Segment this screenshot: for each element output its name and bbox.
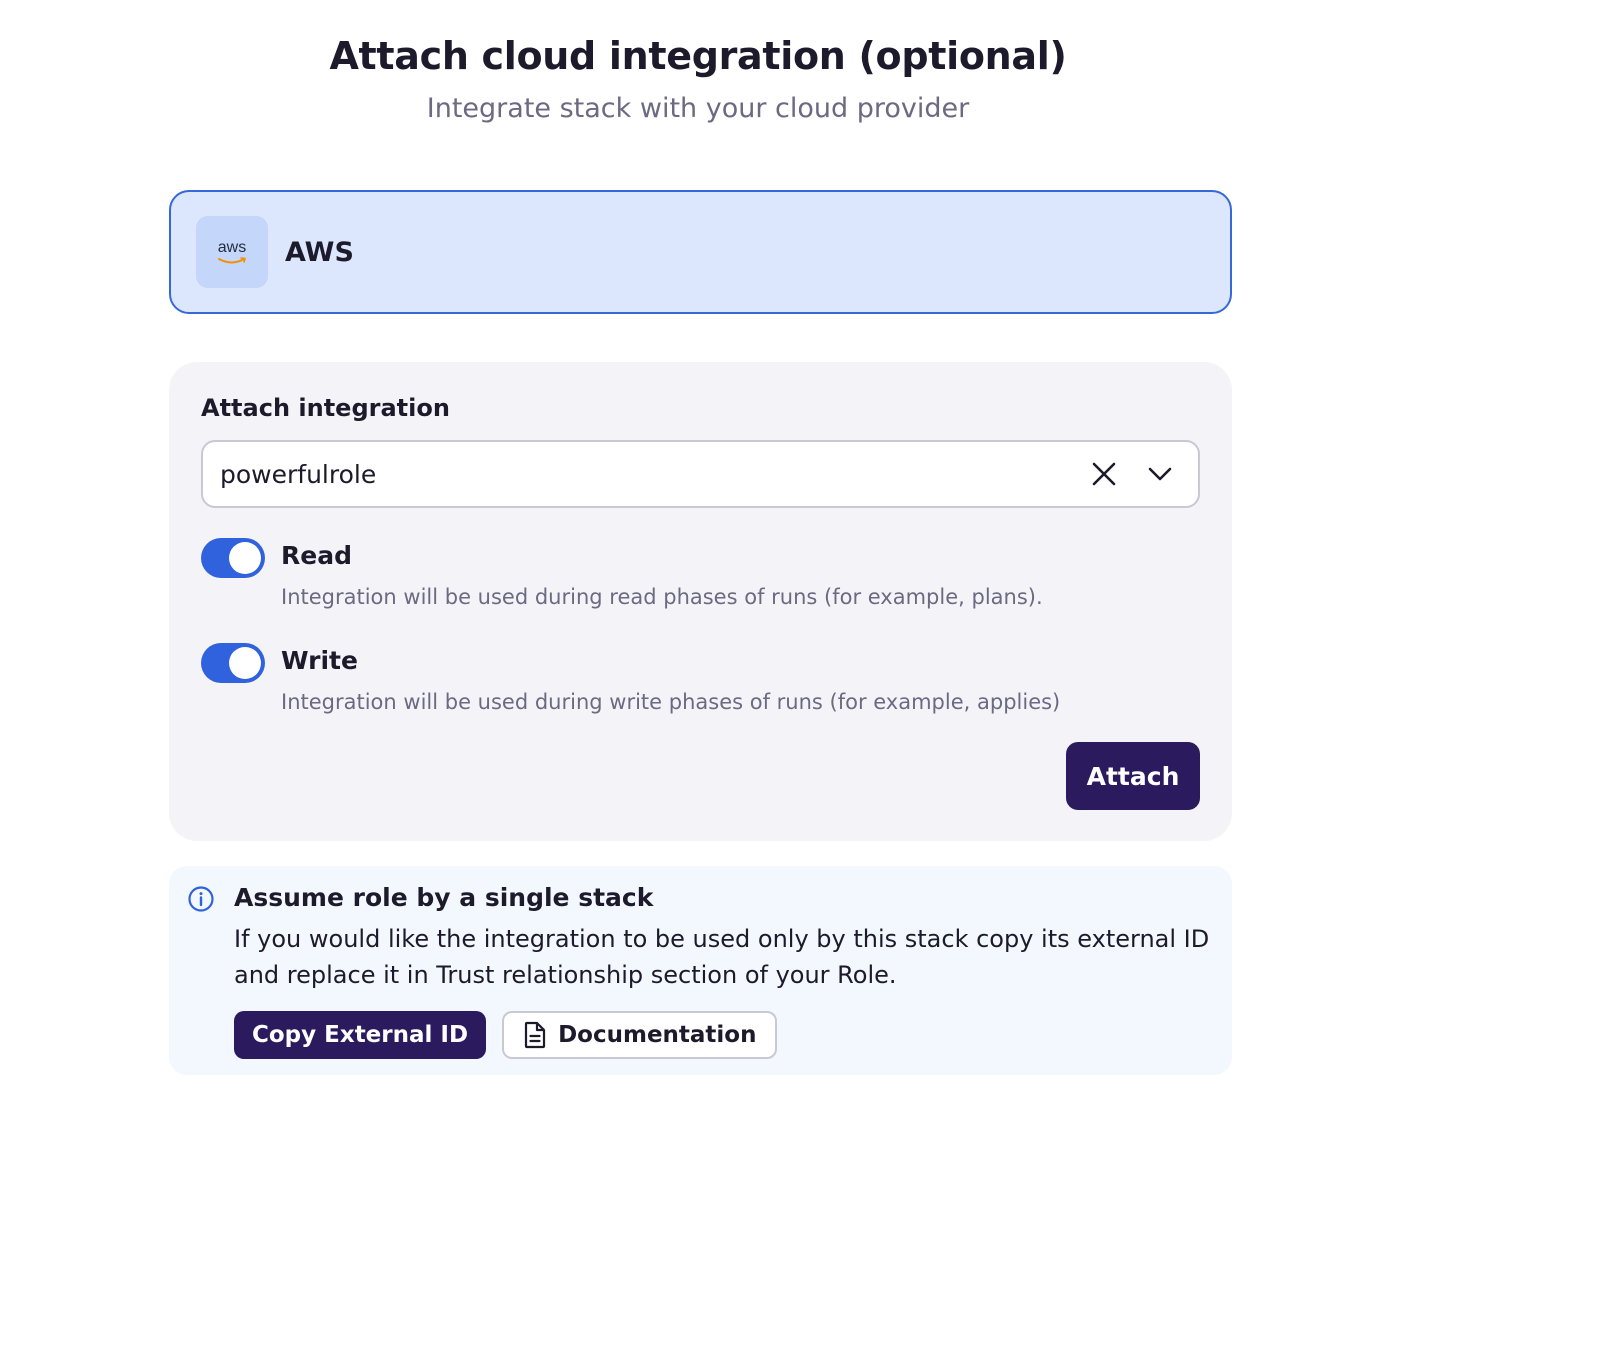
info-actions: Copy External ID Documentation [234,1011,777,1059]
close-icon[interactable] [1082,452,1126,496]
provider-card-aws[interactable]: aws AWS [169,190,1232,314]
read-toggle-title: Read [281,541,352,570]
page-subtitle: Integrate stack with your cloud provider [426,93,970,124]
documentation-button[interactable]: Documentation [502,1011,777,1059]
page-title: Attach cloud integration (optional) [329,34,1067,78]
document-icon [524,1021,546,1049]
page-header: Attach cloud integration (optional) Inte… [164,30,1232,128]
info-icon [187,885,215,917]
read-toggle-knob [229,542,261,574]
copy-external-id-button[interactable]: Copy External ID [234,1011,487,1059]
attach-integration-panel: Attach integration powerfulrole Read Int… [169,362,1232,841]
write-toggle-description: Integration will be used during write ph… [281,690,1061,714]
write-toggle-knob [229,647,261,679]
write-toggle[interactable] [201,643,265,683]
documentation-label: Documentation [558,1022,757,1048]
info-callout: Assume role by a single stack If you wou… [169,866,1232,1075]
info-title: Assume role by a single stack [234,883,654,912]
provider-name: AWS [285,236,354,268]
aws-smile-icon [218,256,247,263]
write-toggle-title: Write [281,646,358,675]
aws-logo-text: aws [217,238,247,256]
attach-cloud-integration-page: Attach cloud integration (optional) Inte… [0,0,1606,1366]
integration-select-value: powerfulrole [220,459,377,489]
aws-logo-icon: aws [196,216,268,288]
attach-button[interactable]: Attach [1066,742,1200,810]
attach-integration-label: Attach integration [201,394,450,422]
read-toggle-description: Integration will be used during read pha… [281,585,1043,609]
info-text: If you would like the integration to be … [234,925,1210,989]
read-toggle[interactable] [201,538,265,578]
chevron-down-icon[interactable] [1138,452,1182,496]
integration-select[interactable]: powerfulrole [201,440,1200,508]
